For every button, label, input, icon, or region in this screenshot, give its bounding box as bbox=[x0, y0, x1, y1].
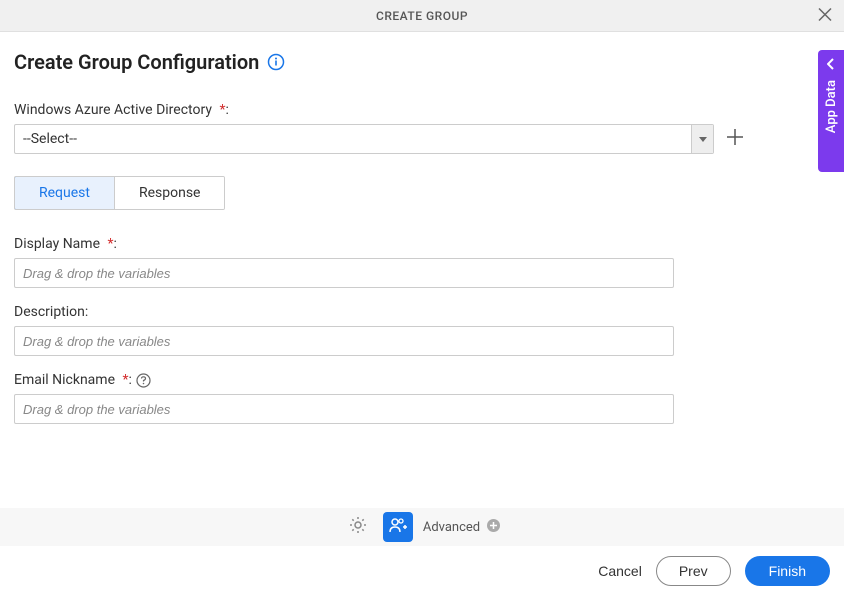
plus-icon bbox=[726, 126, 744, 152]
page-title: Create Group Configuration bbox=[14, 50, 259, 74]
bottom-toolbar: Advanced bbox=[0, 508, 844, 546]
group-add-icon bbox=[388, 515, 408, 539]
description-label: Description: bbox=[14, 304, 830, 320]
chevron-left-icon bbox=[827, 58, 835, 74]
settings-button[interactable] bbox=[343, 512, 373, 542]
app-data-panel-toggle[interactable]: App Data bbox=[818, 50, 844, 172]
group-mode-button[interactable] bbox=[383, 512, 413, 542]
info-icon[interactable] bbox=[267, 53, 285, 71]
dialog-title: CREATE GROUP bbox=[376, 9, 468, 23]
email-nickname-input[interactable] bbox=[14, 394, 674, 424]
help-icon[interactable] bbox=[136, 372, 152, 388]
tab-request[interactable]: Request bbox=[14, 176, 115, 210]
prev-button[interactable]: Prev bbox=[656, 556, 731, 586]
dialog-header: CREATE GROUP bbox=[0, 0, 844, 32]
directory-select-value: --Select-- bbox=[15, 125, 691, 153]
description-group: Description: bbox=[14, 304, 830, 356]
gear-icon bbox=[348, 515, 368, 539]
content-area: Create Group Configuration Windows Azure… bbox=[0, 32, 844, 424]
tab-response[interactable]: Response bbox=[114, 177, 225, 209]
chevron-down-icon bbox=[691, 125, 713, 153]
description-input[interactable] bbox=[14, 326, 674, 356]
directory-row: --Select-- bbox=[14, 124, 830, 154]
plus-circle-icon bbox=[486, 518, 501, 537]
finish-button[interactable]: Finish bbox=[745, 556, 830, 586]
advanced-toggle[interactable]: Advanced bbox=[423, 518, 501, 537]
display-name-group: Display Name *: bbox=[14, 236, 830, 288]
close-button[interactable] bbox=[818, 4, 832, 27]
tabs: Request Response bbox=[14, 176, 225, 210]
cancel-button[interactable]: Cancel bbox=[598, 563, 642, 579]
page-title-row: Create Group Configuration bbox=[14, 50, 830, 74]
display-name-label: Display Name *: bbox=[14, 236, 830, 252]
advanced-label: Advanced bbox=[423, 520, 480, 535]
close-icon bbox=[818, 4, 832, 26]
email-nickname-group: Email Nickname *: bbox=[14, 372, 830, 424]
footer-actions: Cancel Prev Finish bbox=[598, 556, 830, 586]
add-directory-button[interactable] bbox=[724, 128, 746, 150]
directory-label: Windows Azure Active Directory *: bbox=[14, 102, 830, 118]
directory-select[interactable]: --Select-- bbox=[14, 124, 714, 154]
email-nickname-label: Email Nickname *: bbox=[14, 372, 830, 388]
app-data-label: App Data bbox=[824, 80, 839, 133]
display-name-input[interactable] bbox=[14, 258, 674, 288]
